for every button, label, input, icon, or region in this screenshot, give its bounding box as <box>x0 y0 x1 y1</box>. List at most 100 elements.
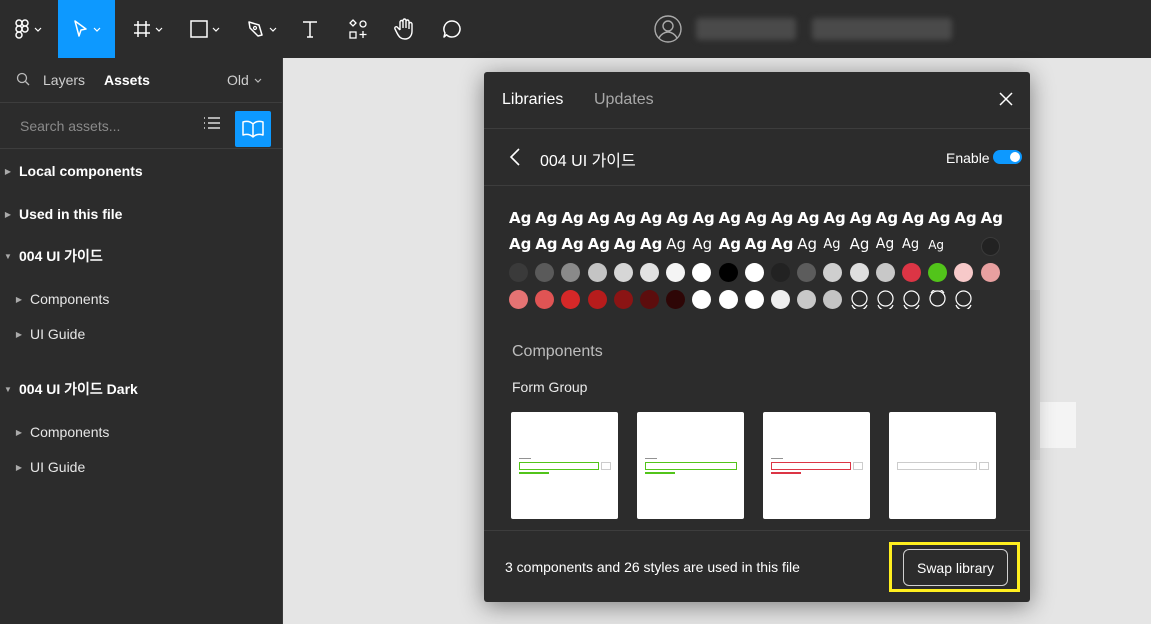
text-style-swatch[interactable]: Ag <box>561 209 583 227</box>
team-library-button[interactable] <box>235 111 271 147</box>
ui-version-dropdown[interactable]: Old <box>227 72 262 88</box>
tab-libraries[interactable]: Libraries <box>502 91 563 109</box>
text-style-swatch[interactable]: Ag <box>928 209 950 227</box>
color-style-swatch[interactable] <box>692 290 712 309</box>
color-style-swatch[interactable] <box>954 263 974 282</box>
tab-layers[interactable]: Layers <box>43 72 85 88</box>
tab-updates[interactable]: Updates <box>594 91 654 109</box>
text-style-swatch[interactable]: Ag <box>797 209 819 227</box>
tree-library-ui-guide-dark[interactable]: ▼ 004 UI 가이드 Dark <box>4 377 138 401</box>
frame-tool-button[interactable] <box>126 0 170 58</box>
text-style-swatch[interactable]: Ag <box>771 209 793 227</box>
effect-style-icon[interactable] <box>902 290 921 309</box>
search-icon[interactable] <box>16 72 30 86</box>
text-style-swatch[interactable]: Ag <box>902 237 919 252</box>
text-style-swatch[interactable]: Ag <box>876 209 898 227</box>
color-style-swatch[interactable] <box>744 263 764 282</box>
color-style-swatch[interactable] <box>875 263 895 282</box>
hand-tool-button[interactable] <box>390 0 418 58</box>
color-style-swatch[interactable] <box>980 263 1000 282</box>
components-tool-button[interactable] <box>344 0 372 58</box>
color-style-swatch[interactable] <box>587 263 607 282</box>
color-style-swatch[interactable] <box>535 263 555 282</box>
close-icon[interactable] <box>998 91 1014 107</box>
text-style-swatch[interactable]: Ag <box>588 235 610 253</box>
color-style-swatch[interactable] <box>902 263 921 282</box>
text-style-swatch[interactable]: Ag <box>823 237 840 252</box>
effect-style-icon[interactable] <box>954 290 973 309</box>
figma-menu-button[interactable] <box>6 0 50 58</box>
tree-used-in-file[interactable]: ▶ Used in this file <box>4 202 123 226</box>
text-style-swatch[interactable]: Ag <box>535 235 557 253</box>
color-style-swatch[interactable] <box>823 290 843 309</box>
tree-item-components[interactable]: ▶ Components <box>15 420 109 444</box>
effect-style-icon[interactable] <box>928 290 947 309</box>
text-style-swatch[interactable]: Ag <box>719 209 741 227</box>
text-style-swatch[interactable]: Ag <box>745 235 767 253</box>
color-style-swatch[interactable] <box>771 290 790 309</box>
text-style-swatch[interactable]: Ag <box>928 238 944 252</box>
color-style-swatch[interactable] <box>823 263 843 282</box>
component-thumbnail[interactable]: ▬▬▬▬ <box>637 412 744 519</box>
list-view-icon[interactable] <box>203 115 221 131</box>
tree-item-ui-guide[interactable]: ▶ UI Guide <box>15 455 85 479</box>
color-style-swatch[interactable] <box>509 290 528 309</box>
text-style-swatch[interactable]: Ag <box>614 235 636 253</box>
tree-item-ui-guide[interactable]: ▶ UI Guide <box>15 322 85 346</box>
color-style-swatch[interactable] <box>640 263 659 282</box>
text-style-swatch[interactable]: Ag <box>666 209 688 227</box>
text-style-swatch[interactable]: Ag <box>902 209 924 227</box>
component-thumbnail[interactable]: ▬▬▬▬ <box>511 412 618 519</box>
component-thumbnail[interactable] <box>889 412 996 519</box>
text-style-swatch[interactable]: Ag <box>850 235 870 253</box>
color-style-swatch[interactable] <box>797 263 817 282</box>
enable-toggle[interactable] <box>993 150 1022 164</box>
tree-library-ui-guide[interactable]: ▼ 004 UI 가이드 <box>4 244 103 268</box>
text-style-swatch[interactable]: Ag <box>692 209 714 227</box>
effect-style-icon[interactable] <box>876 290 895 309</box>
search-assets-input[interactable] <box>8 113 188 139</box>
color-style-swatch[interactable] <box>718 263 738 282</box>
tab-assets[interactable]: Assets <box>104 72 150 88</box>
color-style-swatch[interactable] <box>561 263 581 282</box>
color-style-swatch[interactable] <box>797 290 817 309</box>
text-style-swatch[interactable]: Ag <box>719 235 741 253</box>
color-style-swatch[interactable] <box>980 237 1000 256</box>
comment-tool-button[interactable] <box>438 0 466 58</box>
text-style-swatch[interactable]: Ag <box>876 236 894 252</box>
text-style-swatch[interactable]: Ag <box>797 235 817 253</box>
tree-item-components[interactable]: ▶ Components <box>15 287 109 311</box>
effect-style-icon[interactable] <box>850 290 869 309</box>
color-style-swatch[interactable] <box>613 263 633 282</box>
back-arrow-icon[interactable] <box>509 147 521 167</box>
text-tool-button[interactable] <box>296 0 324 58</box>
color-style-swatch[interactable] <box>613 290 633 309</box>
color-style-swatch[interactable] <box>509 263 528 282</box>
color-style-swatch[interactable] <box>771 263 790 282</box>
color-style-swatch[interactable] <box>928 263 948 282</box>
text-style-swatch[interactable]: Ag <box>509 209 531 227</box>
color-style-swatch[interactable] <box>640 290 659 309</box>
color-style-swatch[interactable] <box>587 290 607 309</box>
text-style-swatch[interactable]: Ag <box>640 209 662 227</box>
color-style-swatch[interactable] <box>692 263 712 282</box>
color-style-swatch[interactable] <box>666 290 686 309</box>
text-style-swatch[interactable]: Ag <box>850 209 872 227</box>
user-avatar[interactable] <box>652 0 684 58</box>
text-style-swatch[interactable]: Ag <box>588 209 610 227</box>
shape-tool-button[interactable] <box>183 0 227 58</box>
color-style-swatch[interactable] <box>561 290 581 309</box>
color-style-swatch[interactable] <box>849 263 869 282</box>
swap-library-button[interactable]: Swap library <box>903 549 1008 586</box>
text-style-swatch[interactable]: Ag <box>640 235 662 253</box>
text-style-swatch[interactable]: Ag <box>981 209 1003 227</box>
tree-local-components[interactable]: ▶ Local components <box>4 159 143 183</box>
text-style-swatch[interactable]: Ag <box>823 209 845 227</box>
color-style-swatch[interactable] <box>744 290 764 309</box>
text-style-swatch[interactable]: Ag <box>561 235 583 253</box>
text-style-swatch[interactable]: Ag <box>745 209 767 227</box>
color-style-swatch[interactable] <box>535 290 555 309</box>
text-style-swatch[interactable]: Ag <box>692 235 712 253</box>
text-style-swatch[interactable]: Ag <box>535 209 557 227</box>
pen-tool-button[interactable] <box>240 0 284 58</box>
